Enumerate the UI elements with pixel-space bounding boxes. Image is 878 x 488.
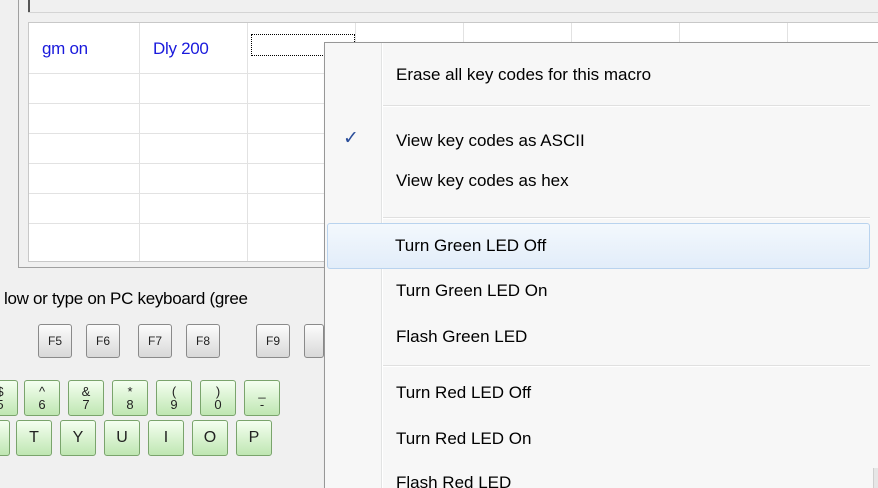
key-r-partial[interactable] — [0, 420, 10, 456]
key-6[interactable]: ^ 6 — [24, 380, 60, 416]
menu-item-label: Flash Red LED — [396, 473, 512, 488]
key-f9[interactable]: F9 — [256, 324, 290, 358]
key-f8[interactable]: F8 — [186, 324, 220, 358]
menu-item-erase-key-codes[interactable]: Erase all key codes for this macro — [327, 55, 870, 95]
menu-item-label: Turn Red LED Off — [396, 383, 532, 402]
menu-item-label: View key codes as hex — [396, 171, 569, 190]
key-7[interactable]: & 7 — [68, 380, 104, 416]
key-f5[interactable]: F5 — [38, 324, 72, 358]
key-t[interactable]: T — [16, 420, 52, 456]
key-minus-base: - — [259, 397, 265, 412]
key-6-base: 6 — [38, 397, 46, 412]
context-menu: Erase all key codes for this macro ✓ Vie… — [324, 42, 878, 488]
menu-item-red-led-off[interactable]: Turn Red LED Off — [327, 373, 870, 413]
menu-item-green-led-off[interactable]: Turn Green LED Off — [327, 223, 870, 269]
key-0-base: 0 — [214, 397, 222, 412]
key-9-base: 9 — [170, 397, 178, 412]
key-8[interactable]: * 8 — [112, 380, 148, 416]
key-8-base: 8 — [126, 397, 134, 412]
key-0[interactable]: ) 0 — [200, 380, 236, 416]
menu-separator — [383, 105, 870, 107]
key-9[interactable]: ( 9 — [156, 380, 192, 416]
checkmark-icon: ✓ — [343, 127, 359, 149]
menu-item-label: Erase all key codes for this macro — [396, 65, 652, 84]
grid-tick-mark — [28, 0, 30, 12]
grid-column-line — [247, 23, 248, 261]
menu-item-label: Turn Green LED Off — [395, 236, 547, 255]
key-f10-partial[interactable] — [304, 324, 324, 358]
keyboard-instruction-label: low or type on PC keyboard (gree — [4, 289, 248, 308]
menu-item-view-hex[interactable]: View key codes as hex — [327, 161, 870, 201]
key-f7[interactable]: F7 — [138, 324, 172, 358]
menu-item-label: Flash Green LED — [396, 327, 528, 346]
menu-item-flash-red-led[interactable]: Flash Red LED — [327, 463, 870, 488]
grid-top-divider — [28, 12, 878, 13]
menu-item-red-led-on[interactable]: Turn Red LED On — [327, 419, 870, 459]
menu-item-label: Turn Red LED On — [396, 429, 532, 448]
menu-scroll-indicator[interactable] — [873, 468, 878, 488]
menu-separator — [383, 217, 870, 219]
menu-item-view-ascii[interactable]: ✓ View key codes as ASCII — [327, 121, 870, 161]
key-minus[interactable]: _ - — [244, 380, 280, 416]
key-p[interactable]: P — [236, 420, 272, 456]
key-5[interactable]: $ 5 — [0, 380, 18, 416]
key-u[interactable]: U — [104, 420, 140, 456]
grid-column-line — [139, 23, 140, 261]
menu-item-label: View key codes as ASCII — [396, 131, 585, 150]
key-o[interactable]: O — [192, 420, 228, 456]
menu-separator — [383, 365, 870, 367]
key-5-base: 5 — [0, 398, 4, 411]
grid-cell-delay[interactable]: Dly 200 — [153, 39, 209, 59]
menu-item-label: Turn Green LED On — [396, 281, 548, 300]
key-i[interactable]: I — [148, 420, 184, 456]
key-f6[interactable]: F6 — [86, 324, 120, 358]
key-7-base: 7 — [82, 397, 90, 412]
menu-item-green-led-on[interactable]: Turn Green LED On — [327, 271, 870, 311]
grid-cell-command[interactable]: gm on — [42, 39, 88, 59]
menu-item-flash-green-led[interactable]: Flash Green LED — [327, 317, 870, 357]
key-y[interactable]: Y — [60, 420, 96, 456]
